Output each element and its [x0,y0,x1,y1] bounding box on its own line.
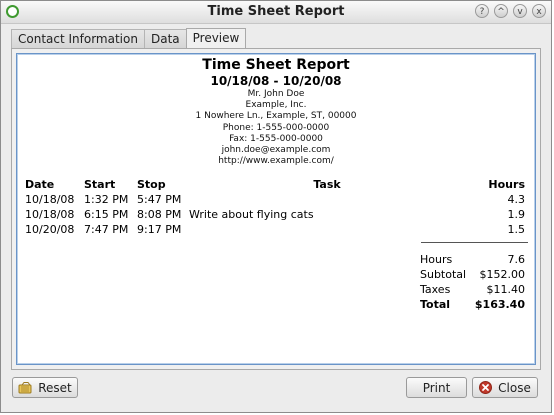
contact-phone: Phone: 1-555-000-0000 [222,122,330,133]
tab-bar: Contact Information Data Preview [11,28,247,49]
close-button[interactable]: Close [472,377,538,398]
row-3-date: 10/20/08 [25,223,75,236]
column-header-date: Date [25,178,55,191]
summary-hours-value: 7.6 [507,253,526,266]
row-2-date: 10/18/08 [25,208,75,221]
contact-name: Mr. John Doe [247,89,305,99]
column-header-start: Start [84,178,116,191]
report-header: Time Sheet Report 10/18/08 - 10/20/08 Mr… [17,57,535,167]
summary-taxes-value: $11.40 [486,283,526,296]
print-button[interactable]: Print [406,377,467,398]
maximize-button[interactable]: ^ [494,4,508,18]
row-1-hours: 4.3 [507,193,526,206]
row-2-hours: 1.9 [507,208,526,221]
contact-fax: Fax: 1-555-000-0000 [229,133,323,144]
minimize-button[interactable]: v [513,4,527,18]
summary-total-label: Total [420,298,451,311]
title-bar[interactable]: Time Sheet Report ? ^ v x [1,1,551,24]
row-1-stop: 5:47 PM [137,193,182,206]
preview-panel: Time Sheet Report 10/18/08 - 10/20/08 Mr… [11,48,541,370]
column-header-stop: Stop [137,178,166,191]
row-1-date: 10/18/08 [25,193,75,206]
tab-data[interactable]: Data [143,29,187,48]
contact-website: http://www.example.com/ [218,156,334,167]
contact-address: 1 Nowhere Ln., Example, ST, 00000 [195,111,357,122]
contact-company: Example, Inc. [245,100,307,111]
summary-taxes-label: Taxes [420,283,451,296]
summary-hours-label: Hours [420,253,453,266]
close-window-button[interactable]: x [532,4,546,18]
contact-email: john.doe@example.com [221,145,331,156]
row-3-hours: 1.5 [507,223,526,236]
summary-subtotal-value: $152.00 [479,268,526,281]
report-date-range: 10/18/08 - 10/20/08 [210,74,342,88]
reset-button[interactable]: Reset [12,377,78,398]
row-2-stop: 8:08 PM [137,208,182,221]
row-3-stop: 9:17 PM [137,223,182,236]
time-sheet-window: Time Sheet Report ? ^ v x Contact Inform… [0,0,552,413]
row-3-start: 7:47 PM [84,223,129,236]
report-title: Time Sheet Report [202,57,350,73]
column-header-task: Task [313,178,341,191]
print-button-label: Print [422,380,451,395]
row-2-start: 6:15 PM [84,208,129,221]
column-header-hours: Hours [488,178,525,191]
broom-icon [18,381,32,394]
summary-separator [421,242,528,243]
close-icon [479,381,493,394]
row-1-start: 1:32 PM [84,193,129,206]
summary-total-value: $163.40 [474,298,525,311]
tab-preview[interactable]: Preview [185,28,247,49]
tab-contact-information[interactable]: Contact Information [11,29,145,48]
help-button[interactable]: ? [475,4,489,18]
window-title: Time Sheet Report [207,4,345,19]
row-2-task: Write about flying cats [189,208,314,221]
reset-button-label: Reset [38,380,72,395]
close-button-label: Close [498,380,531,395]
report-preview[interactable]: Time Sheet Report 10/18/08 - 10/20/08 Mr… [16,53,536,365]
